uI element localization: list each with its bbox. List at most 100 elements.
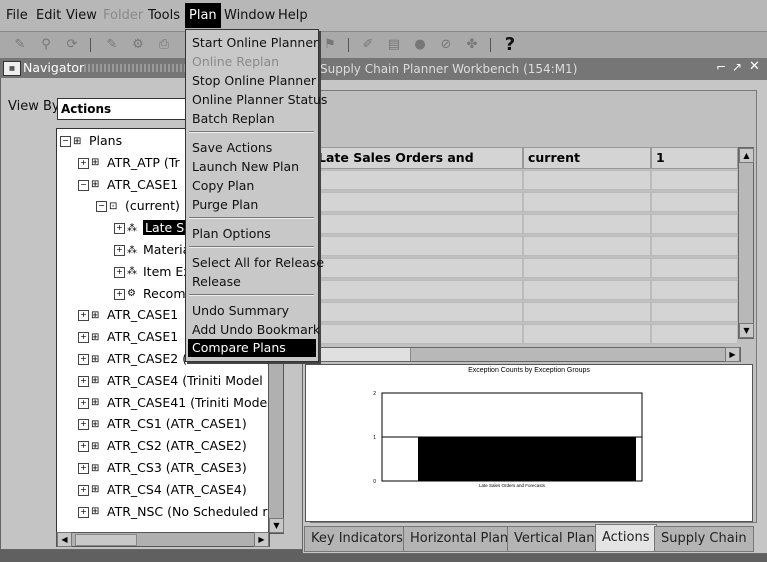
collapse-icon[interactable]: − (78, 179, 89, 191)
expand-icon[interactable]: + (78, 419, 89, 431)
menu-item-plan-options[interactable]: Plan Options (192, 226, 271, 241)
table-cell[interactable] (523, 324, 651, 344)
menu-edit[interactable]: Edit (36, 8, 61, 23)
tab-horizontal-plan[interactable]: Horizontal Plan (403, 526, 516, 552)
table-cell[interactable] (523, 302, 651, 322)
expand-icon[interactable]: + (78, 441, 89, 453)
refresh-icon[interactable]: ⟳ (62, 35, 82, 55)
collapse-icon[interactable]: − (96, 201, 107, 213)
tree-node[interactable]: + ⊞ ATR_CS3 (ATR_CASE3) (78, 458, 247, 478)
table-cell[interactable] (313, 192, 523, 212)
view-by-select[interactable]: Actions (57, 98, 187, 120)
tree-node[interactable]: + ⊞ ATR_ATP (Tr (78, 153, 180, 173)
table-cell[interactable] (523, 258, 651, 278)
tree-node[interactable]: + ⊞ ATR_CASE1 (78, 327, 178, 347)
expand-icon[interactable]: + (78, 484, 89, 496)
tree-node[interactable]: + ⊞ ATR_CASE41 (Triniti Mode (78, 393, 267, 413)
menu-item-purge-plan[interactable]: Purge Plan (192, 197, 258, 212)
scroll-thumb[interactable] (314, 348, 411, 361)
pen-icon[interactable]: ✐ (358, 35, 378, 55)
collapse-icon[interactable]: − (60, 136, 71, 147)
help-icon[interactable]: ? (500, 35, 520, 55)
menu-item-copy-plan[interactable]: Copy Plan (192, 178, 254, 193)
menu-plan[interactable]: Plan (185, 3, 221, 28)
menu-tools[interactable]: Tools (148, 8, 180, 23)
menu-item-start-online-planner[interactable]: Start Online Planner (192, 35, 318, 50)
expand-icon[interactable]: + (78, 310, 89, 322)
folder-tool-icon[interactable]: ✤ (462, 35, 482, 55)
table-cell[interactable] (651, 324, 738, 344)
table-cell[interactable] (313, 280, 523, 300)
table-cell[interactable] (523, 280, 651, 300)
expand-icon[interactable]: + (78, 463, 89, 474)
tab-supply-chain[interactable]: Supply Chain (654, 526, 754, 552)
expand-icon[interactable]: + (78, 397, 89, 409)
menu-item-batch-replan[interactable]: Batch Replan (192, 111, 275, 126)
tree-node[interactable]: − ⊞ ATR_CASE1 (78, 175, 178, 195)
open-icon[interactable]: ⚲ (36, 35, 56, 55)
tree-node[interactable]: + ⊞ ATR_CS4 (ATR_CASE4) (78, 480, 247, 500)
table-cell[interactable] (523, 214, 651, 234)
table-cell[interactable] (523, 170, 651, 190)
menu-item-select-all-for-release[interactable]: Select All for Release (192, 255, 324, 270)
expand-icon[interactable]: + (114, 288, 125, 300)
scroll-right-arrow-icon[interactable]: ▶ (254, 532, 269, 547)
tree-node[interactable]: + ⁂ Item Ex (114, 262, 191, 282)
tree-node[interactable]: + ⁂ Materia (114, 240, 190, 260)
table-cell[interactable] (651, 258, 738, 278)
table-cell[interactable] (313, 302, 523, 322)
table-cell[interactable] (651, 302, 738, 322)
table-cell[interactable] (651, 280, 738, 300)
menu-view[interactable]: View (66, 8, 97, 23)
menu-item-add-undo-bookmark[interactable]: Add Undo Bookmark (192, 322, 320, 337)
table-cell[interactable] (313, 258, 523, 278)
print-icon[interactable]: ⎙ (154, 35, 174, 55)
table-vertical-scrollbar[interactable]: ▲ ▼ (738, 147, 754, 339)
maximize-icon[interactable]: ↗ (732, 60, 742, 74)
tab-key-indicators[interactable]: Key Indicators (304, 526, 410, 552)
tree-horizontal-scrollbar[interactable]: ◀ ▶ (56, 532, 270, 547)
tree-node[interactable]: + ⊞ ATR_CS2 (ATR_CASE2) (78, 436, 247, 456)
tree-node[interactable]: + ⚙ Recom (114, 284, 186, 304)
close-icon[interactable]: ✕ (749, 59, 760, 74)
table-cell[interactable] (313, 170, 523, 190)
table-cell[interactable] (313, 236, 523, 256)
scroll-left-arrow-icon[interactable]: ◀ (57, 532, 72, 547)
tree-node[interactable]: + ⊞ ATR_CS1 (ATR_CASE1) (78, 414, 247, 434)
expand-icon[interactable]: + (78, 332, 89, 344)
scroll-thumb[interactable] (75, 534, 137, 546)
minimize-icon[interactable]: ⌐ (716, 60, 726, 74)
menu-window[interactable]: Window (224, 8, 275, 23)
menu-item-undo-summary[interactable]: Undo Summary (192, 303, 289, 318)
new-icon[interactable]: ✎ (10, 35, 30, 55)
table-cell[interactable] (313, 214, 523, 234)
expand-icon[interactable]: + (114, 266, 125, 278)
tree-node[interactable]: + ⊞ ATR_CASE4 (Triniti Model (78, 371, 263, 391)
tree-node[interactable]: + ⊞ ATR_NSC (No Scheduled r (78, 502, 267, 522)
table-horizontal-scrollbar[interactable]: ▶ (313, 347, 741, 362)
scroll-up-arrow-icon[interactable]: ▲ (739, 148, 754, 163)
tab-actions[interactable]: Actions (595, 524, 657, 552)
tree-node[interactable]: + ⁂ Late Sa (114, 218, 194, 238)
table-cell[interactable] (523, 236, 651, 256)
table-cell[interactable] (651, 192, 738, 212)
menu-item-stop-online-planner[interactable]: Stop Online Planner (192, 73, 316, 88)
expand-icon[interactable]: + (114, 245, 125, 256)
tab-vertical-plan[interactable]: Vertical Plan (507, 526, 602, 552)
expand-icon[interactable]: + (78, 506, 89, 518)
scroll-down-arrow-icon[interactable]: ▼ (269, 518, 284, 533)
menu-item-save-actions[interactable]: Save Actions (192, 140, 272, 155)
table-cell[interactable] (313, 324, 523, 344)
scroll-right-arrow-icon[interactable]: ▶ (725, 347, 740, 362)
menu-help[interactable]: Help (278, 8, 308, 23)
menu-item-release[interactable]: Release (192, 274, 241, 289)
scroll-down-arrow-icon[interactable]: ▼ (739, 323, 754, 338)
table-cell[interactable] (523, 192, 651, 212)
tree-node[interactable]: − ⊡ (current) (96, 196, 180, 216)
table-cell[interactable] (651, 170, 738, 190)
menu-item-online-planner-status[interactable]: Online Planner Status (192, 92, 327, 107)
expand-icon[interactable]: + (78, 157, 89, 169)
attachment-icon[interactable]: ⊘ (436, 35, 456, 55)
globe-icon[interactable]: ● (410, 35, 430, 55)
menu-item-compare-plans[interactable]: Compare Plans (188, 339, 316, 357)
